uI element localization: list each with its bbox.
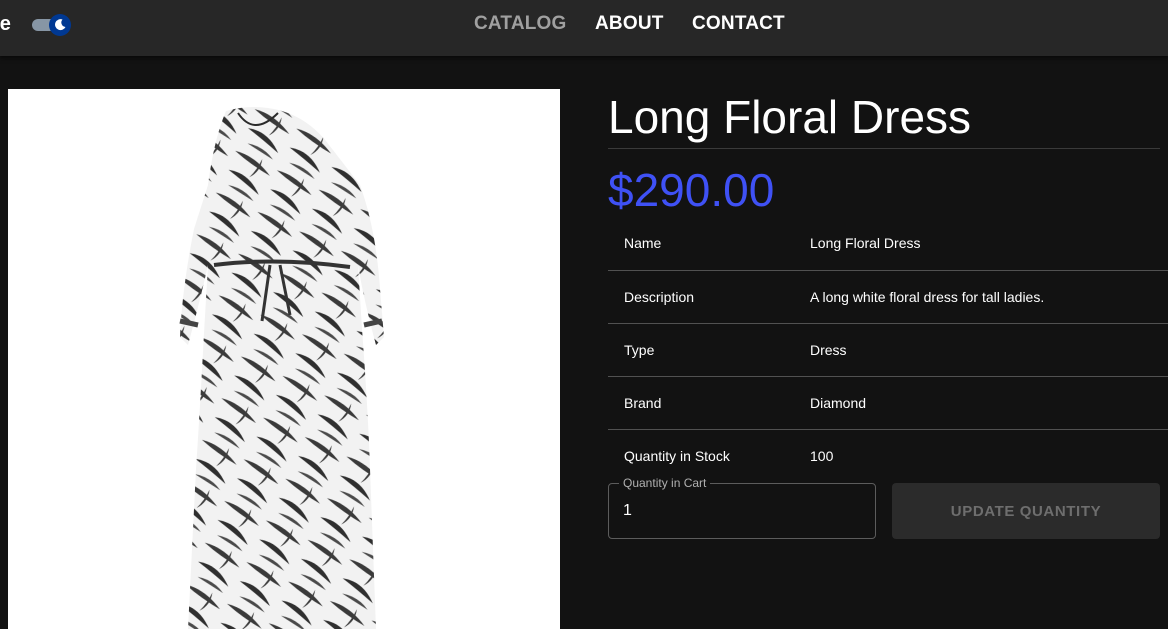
nav-contact-link[interactable]: CONTACT xyxy=(692,13,785,35)
quantity-in-cart-label: Quantity in Cart xyxy=(619,476,711,490)
product-details-table: Name Long Floral Dress Description A lon… xyxy=(608,217,1168,482)
detail-label: Quantity in Stock xyxy=(624,447,730,464)
nav-catalog-link[interactable]: CATALOG xyxy=(474,13,567,35)
detail-value: Long Floral Dress xyxy=(794,217,1168,271)
table-row: Name Long Floral Dress xyxy=(608,217,1168,271)
dark-mode-toggle[interactable] xyxy=(30,12,74,38)
table-row: Description A long white floral dress fo… xyxy=(608,270,1168,324)
product-title: Long Floral Dress xyxy=(608,90,1160,149)
detail-value: A long white floral dress for tall ladie… xyxy=(794,270,1168,324)
quantity-in-cart-field[interactable]: Quantity in Cart xyxy=(608,476,876,539)
moon-icon xyxy=(55,19,66,31)
quantity-in-cart-input[interactable] xyxy=(609,484,875,538)
product-image xyxy=(8,89,560,629)
nav-about-link[interactable]: ABOUT xyxy=(595,13,664,35)
detail-label: Brand xyxy=(608,376,794,430)
floral-dress-image xyxy=(179,107,384,629)
detail-value: Diamond xyxy=(794,376,1168,430)
table-row: Quantity in Stock 100 xyxy=(608,429,1168,482)
top-app-bar: re CATALOG ABOUT CONTACT xyxy=(0,0,1168,56)
store-brand[interactable]: re xyxy=(0,13,11,36)
update-quantity-button[interactable]: UPDATE QUANTITY xyxy=(892,483,1160,539)
toggle-thumb[interactable] xyxy=(49,14,71,36)
detail-label: Type xyxy=(608,323,794,377)
detail-label: Description xyxy=(608,270,794,324)
detail-label: Name xyxy=(608,217,794,271)
detail-value: Dress xyxy=(794,323,1168,377)
detail-value: 100 xyxy=(810,447,834,464)
table-row: Type Dress xyxy=(608,323,1168,377)
product-price: $290.00 xyxy=(608,164,775,216)
table-row: Brand Diamond xyxy=(608,376,1168,430)
